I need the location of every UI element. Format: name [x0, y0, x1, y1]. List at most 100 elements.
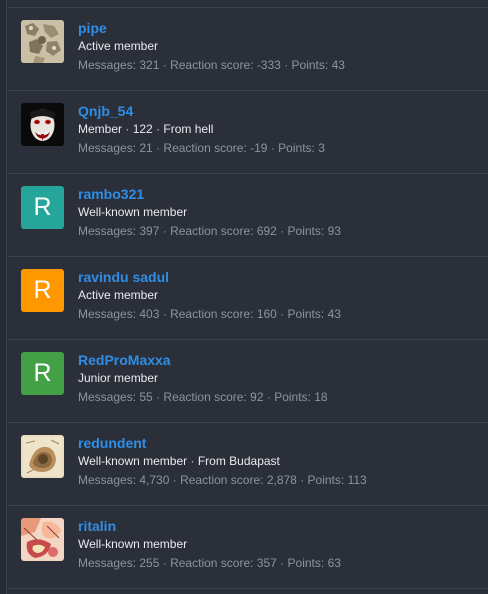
member-info: RedProMaxxa Junior member Messages: 55 ·… [78, 351, 480, 405]
member-list: pipe Active member Messages: 321 · React… [7, 8, 488, 589]
username-link[interactable]: pipe [78, 19, 480, 37]
avatar-letter: R [33, 359, 52, 387]
reaction-score-value: 2,878 [266, 473, 297, 487]
member-title-line: Member · 122 · From hell [78, 121, 480, 137]
reaction-score-label: Reaction score: [163, 141, 247, 155]
separator-dot: · [162, 307, 167, 321]
separator-dot: · [300, 473, 305, 487]
user-location: From Budapast [197, 454, 280, 468]
member-stats: Messages: 397 · Reaction score: 692 · Po… [78, 223, 480, 239]
user-title: Member [78, 122, 123, 136]
messages-count: 4,730 [139, 473, 170, 487]
member-stats: Messages: 55 · Reaction score: 92 · Poin… [78, 389, 480, 405]
username-link[interactable]: rambo321 [78, 185, 480, 203]
reaction-score-value: 692 [256, 224, 277, 238]
avatar-letter: R [33, 193, 52, 221]
separator-dot: · [284, 58, 289, 72]
demon-face-avatar[interactable] [21, 103, 64, 146]
separator-dot: · [156, 390, 161, 404]
member-title-line: Well-known member [78, 536, 480, 552]
letter-avatar[interactable]: R [21, 352, 64, 395]
letter-avatar[interactable]: R [21, 269, 64, 312]
points-value: 3 [318, 141, 325, 155]
member-info: redundent Well-known member · From Budap… [78, 434, 480, 488]
reaction-score-value: -19 [250, 141, 268, 155]
separator-dot: · [280, 224, 285, 238]
messages-label: Messages: [78, 224, 137, 238]
separator-dot: · [162, 58, 167, 72]
separator-dot: · [266, 390, 271, 404]
points-label: Points: [291, 58, 329, 72]
separator-dot: · [125, 122, 130, 136]
user-age: 122 [132, 122, 153, 136]
separator-dot: · [280, 307, 285, 321]
points-label: Points: [287, 307, 325, 321]
member-info: ravindu sadul Active member Messages: 40… [78, 268, 480, 322]
member-row: ritalin Well-known member Messages: 255 … [7, 506, 488, 589]
member-info: Qnjb_54 Member · 122 · From hell Message… [78, 102, 480, 156]
messages-label: Messages: [78, 473, 137, 487]
points-value: 18 [314, 390, 328, 404]
member-title-line: Well-known member · From Budapast [78, 453, 480, 469]
points-label: Points: [307, 473, 345, 487]
reaction-score-label: Reaction score: [170, 58, 254, 72]
points-label: Points: [287, 224, 325, 238]
member-row: R ravindu sadul Active member Messages: … [7, 257, 488, 340]
messages-count: 321 [139, 58, 160, 72]
points-value: 63 [327, 556, 341, 570]
member-info: rambo321 Well-known member Messages: 397… [78, 185, 480, 239]
messages-count: 255 [139, 556, 160, 570]
points-label: Points: [278, 141, 315, 155]
member-row: Qnjb_54 Member · 122 · From hell Message… [7, 91, 488, 174]
separator-dot: · [190, 454, 195, 468]
separator-dot: · [172, 473, 177, 487]
member-title-line: Active member [78, 38, 480, 54]
user-title: Junior member [78, 371, 159, 385]
member-row: R rambo321 Well-known member Messages: 3… [7, 174, 488, 257]
user-title: Active member [78, 39, 159, 53]
member-info: pipe Active member Messages: 321 · React… [78, 19, 480, 73]
member-info: ritalin Well-known member Messages: 255 … [78, 517, 480, 571]
user-title: Active member [78, 288, 159, 302]
member-list-panel: pipe Active member Messages: 321 · React… [6, 0, 488, 594]
separator-dot: · [162, 224, 167, 238]
user-title: Well-known member [78, 537, 188, 551]
user-location: From hell [163, 122, 214, 136]
reaction-score-label: Reaction score: [180, 473, 264, 487]
messages-label: Messages: [78, 58, 137, 72]
member-stats: Messages: 255 · Reaction score: 357 · Po… [78, 555, 480, 571]
reaction-score-value: 160 [256, 307, 277, 321]
separator-dot: · [162, 556, 167, 570]
member-stats: Messages: 403 · Reaction score: 160 · Po… [78, 306, 480, 322]
username-link[interactable]: RedProMaxxa [78, 351, 480, 369]
username-link[interactable]: ritalin [78, 517, 480, 535]
messages-count: 21 [139, 141, 153, 155]
letter-avatar[interactable]: R [21, 186, 64, 229]
user-title: Well-known member [78, 205, 188, 219]
illustration-avatar[interactable] [21, 518, 64, 561]
points-label: Points: [287, 556, 325, 570]
user-title: Well-known member [78, 454, 188, 468]
member-stats: Messages: 21 · Reaction score: -19 · Poi… [78, 140, 480, 156]
messages-count: 55 [139, 390, 153, 404]
separator-dot: · [156, 141, 161, 155]
separator-dot: · [280, 556, 285, 570]
points-value: 43 [331, 58, 345, 72]
username-link[interactable]: ravindu sadul [78, 268, 480, 286]
messages-count: 397 [139, 224, 160, 238]
beige-pattern-avatar[interactable] [21, 20, 64, 63]
username-link[interactable]: redundent [78, 434, 480, 452]
member-title-line: Well-known member [78, 204, 480, 220]
points-value: 93 [327, 224, 341, 238]
messages-count: 403 [139, 307, 160, 321]
member-stats: Messages: 321 · Reaction score: -333 · P… [78, 57, 480, 73]
reaction-score-value: 92 [250, 390, 264, 404]
member-title-line: Active member [78, 287, 480, 303]
avatar-letter: R [33, 276, 52, 304]
username-link[interactable]: Qnjb_54 [78, 102, 480, 120]
member-title-line: Junior member [78, 370, 480, 386]
member-stats: Messages: 4,730 · Reaction score: 2,878 … [78, 472, 480, 488]
points-value: 43 [327, 307, 341, 321]
sketch-drawing-avatar[interactable] [21, 435, 64, 478]
member-row: pipe Active member Messages: 321 · React… [7, 8, 488, 91]
